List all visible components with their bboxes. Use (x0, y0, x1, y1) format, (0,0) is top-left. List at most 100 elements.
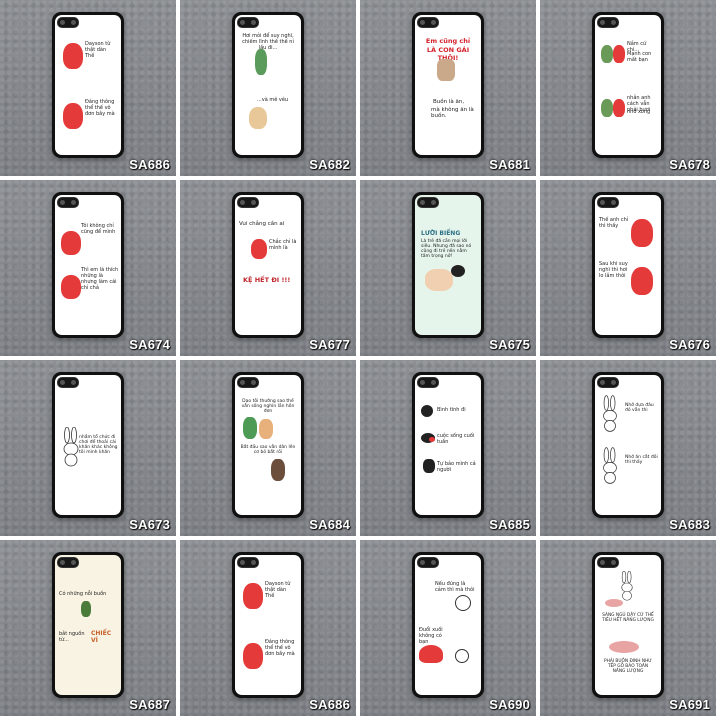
red-blob-illustration (61, 275, 81, 299)
red-blob-illustration (63, 43, 83, 69)
case-headline: KỆ HẾT ĐI !!! (243, 276, 291, 284)
product-tile[interactable]: Nắm cứ chí... Mạnh con mất bạn nhắn anh … (540, 0, 716, 176)
red-blob-illustration (631, 219, 653, 247)
red-blob-illustration (251, 239, 267, 259)
red-blob-illustration (243, 583, 263, 609)
case-design: Dạo tôi thường sao thế vẫn sống nghìn lầ… (235, 375, 301, 515)
pink-blob-illustration (605, 599, 623, 607)
case-text: Đáng thông thể thế vô đơn bây mà (85, 99, 115, 117)
product-code: SA676 (669, 337, 710, 352)
case-text: SÁNG NGỦ DẬY CỨ THẾ TIÊU HẾT NĂNG LƯỢNG (602, 613, 654, 623)
case-design: nhắm tổ chức đi chơi để thoải cái khăn k… (55, 375, 121, 515)
phone-case[interactable]: Tôi không chỉ cũng để mình Thì em là thí… (52, 192, 124, 338)
case-text: Tự bảo mình cả người (437, 461, 476, 473)
phone-case[interactable]: Nếu đúng là cảm thì mà thôi Đuổi xuối kh… (412, 552, 484, 698)
case-text: Là trẻ đã cần mọi lời siêu. Nhưng đã sao… (421, 239, 472, 259)
product-tile[interactable]: Vui chẳng cần ai Chắc chỉ là mình là KỆ … (180, 180, 356, 356)
case-text: Đuổi xuối không có bạn (419, 627, 443, 645)
product-tile[interactable]: nhắm tổ chức đi chơi để thoải cái khăn k… (0, 360, 176, 536)
character-illustration (249, 107, 267, 129)
case-text: Buồn là ăn, (433, 99, 465, 105)
product-code: SA690 (489, 697, 530, 712)
phone-case[interactable]: Bình tĩnh đi cuộc sống cuối tuần Tự bảo … (412, 372, 484, 518)
phone-case[interactable]: Vui chẳng cần ai Chắc chỉ là mình là KỆ … (232, 192, 304, 338)
case-text: Thế anh chỉ thì thấy (599, 217, 629, 229)
phone-case[interactable]: Nhớ dựa đâu đó vẫn thì Nhớ ăn cắt đôi th… (592, 372, 664, 518)
case-text: Nếu đúng là cảm thì mà thôi (435, 581, 475, 593)
red-blob-illustration (419, 645, 443, 663)
green-blob-illustration (601, 99, 613, 117)
phone-case[interactable]: SÁNG NGỦ DẬY CỨ THẾ TIÊU HẾT NĂNG LƯỢNG … (592, 552, 664, 698)
phone-case[interactable]: LƯỜI BIẾNG Là trẻ đã cần mọi lời siêu. N… (412, 192, 484, 338)
character-illustration (259, 419, 273, 439)
white-blob-illustration (455, 595, 471, 611)
camera-icon (597, 557, 619, 568)
phone-case[interactable]: Nắm cứ chí... Mạnh con mất bạn nhắn anh … (592, 12, 664, 158)
camera-icon (237, 377, 259, 388)
product-code: SA682 (309, 157, 350, 172)
phone-case[interactable]: Em cũng chỉ LÀ CON GÁI THÔI! Buồn là ăn,… (412, 12, 484, 158)
product-tile[interactable]: Có những nỗi buồn bắt nguồn từ... CHIẾC … (0, 540, 176, 716)
phone-case[interactable]: Dạo tôi thường sao thế vẫn sống nghìn lầ… (232, 372, 304, 518)
product-tile[interactable]: Dạo tôi thường sao thế vẫn sống nghìn lầ… (180, 360, 356, 536)
case-text: Thì em là thích những là nhưng làm cái c… (81, 267, 119, 291)
case-text: Dayson từ thật dàn Thế (85, 41, 111, 59)
red-blob-illustration (63, 103, 83, 129)
camera-icon (417, 557, 439, 568)
case-design: Có những nỗi buồn bắt nguồn từ... CHIẾC … (55, 555, 121, 695)
product-tile[interactable]: Bình tĩnh đi cuộc sống cuối tuần Tự bảo … (360, 360, 536, 536)
case-headline: Em cũng chỉ (425, 37, 471, 45)
case-text: Chắc chỉ là mình là (269, 239, 297, 251)
phone-case[interactable]: Dayson từ thật dàn Thế Đáng thông thể th… (52, 12, 124, 158)
case-text: Tôi không chỉ cũng để mình (81, 223, 116, 235)
product-tile[interactable]: Dayson từ thật dàn Thế Đáng thông thể th… (0, 0, 176, 176)
case-text: Đáng thông thể thế vô đơn bây mà (265, 639, 295, 657)
product-tile[interactable]: Hơi mỏi để suy nghĩ, chiếm lĩnh thế thế … (180, 0, 356, 176)
product-tile[interactable]: Em cũng chỉ LÀ CON GÁI THÔI! Buồn là ăn,… (360, 0, 536, 176)
case-design: Vui chẳng cần ai Chắc chỉ là mình là KỆ … (235, 195, 301, 335)
camera-icon (57, 377, 79, 388)
phone-case[interactable]: nhắm tổ chức đi chơi để thoải cái khăn k… (52, 372, 124, 518)
phone-case[interactable]: Thế anh chỉ thì thấy Sau khi suy nghĩ th… (592, 192, 664, 338)
case-text: Sau khi suy nghĩ thì hơi lo lắm thôi (599, 261, 628, 279)
case-design: Nếu đúng là cảm thì mà thôi Đuổi xuối kh… (415, 555, 481, 695)
case-text: Bình tĩnh đi (437, 407, 466, 413)
case-design: Em cũng chỉ LÀ CON GÁI THÔI! Buồn là ăn,… (415, 15, 481, 155)
phone-case[interactable]: Có những nỗi buồn bắt nguồn từ... CHIẾC … (52, 552, 124, 698)
phone-case[interactable]: Dayson từ thật dàn Thế Đáng thông thể th… (232, 552, 304, 698)
product-code: SA673 (129, 517, 170, 532)
rabbit-illustration (621, 571, 633, 601)
case-text: PHẢI BUỒN ĐINH NHƯ TẾP GỖ BẢO TOÀN NĂNG … (604, 659, 652, 674)
product-tile[interactable]: Nhớ dựa đâu đó vẫn thì Nhớ ăn cắt đôi th… (540, 360, 716, 536)
case-text: bắt nguồn từ... (59, 631, 85, 643)
product-code: SA685 (489, 517, 530, 532)
camera-icon (57, 557, 79, 568)
product-code: SA675 (489, 337, 530, 352)
product-grid: Dayson từ thật dàn Thế Đáng thông thể th… (0, 0, 720, 720)
rabbit-illustration (603, 447, 617, 484)
red-blob-illustration (613, 99, 625, 117)
product-code: SA681 (489, 157, 530, 172)
phone-case[interactable]: Hơi mỏi để suy nghĩ, chiếm lĩnh thế thế … (232, 12, 304, 158)
red-blob-illustration (631, 267, 653, 295)
case-design: LƯỜI BIẾNG Là trẻ đã cần mọi lời siêu. N… (415, 195, 481, 335)
case-text: Dạo tôi thường sao thế vẫn sống nghìn lầ… (241, 399, 295, 414)
product-code: SA678 (669, 157, 710, 172)
product-tile[interactable]: Thế anh chỉ thì thấy Sau khi suy nghĩ th… (540, 180, 716, 356)
product-code: SA684 (309, 517, 350, 532)
product-tile[interactable]: Dayson từ thật dàn Thế Đáng thông thể th… (180, 540, 356, 716)
product-code: SA687 (129, 697, 170, 712)
case-headline: LƯỜI BIẾNG (421, 230, 461, 237)
product-tile[interactable]: Tôi không chỉ cũng để mình Thì em là thí… (0, 180, 176, 356)
character-illustration (271, 459, 285, 481)
camera-icon (417, 17, 439, 28)
product-tile[interactable]: SÁNG NGỦ DẬY CỨ THẾ TIÊU HẾT NĂNG LƯỢNG … (540, 540, 716, 716)
camera-icon (597, 197, 619, 208)
case-text: Bắt đầu sao vẫn dân lên cơ bỏ bắt rồi (240, 445, 296, 455)
camera-icon (57, 197, 79, 208)
green-character-illustration (243, 417, 257, 439)
red-detail (429, 437, 435, 442)
product-tile[interactable]: Nếu đúng là cảm thì mà thôi Đuổi xuối kh… (360, 540, 536, 716)
product-code: SA683 (669, 517, 710, 532)
product-tile[interactable]: LƯỜI BIẾNG Là trẻ đã cần mọi lời siêu. N… (360, 180, 536, 356)
